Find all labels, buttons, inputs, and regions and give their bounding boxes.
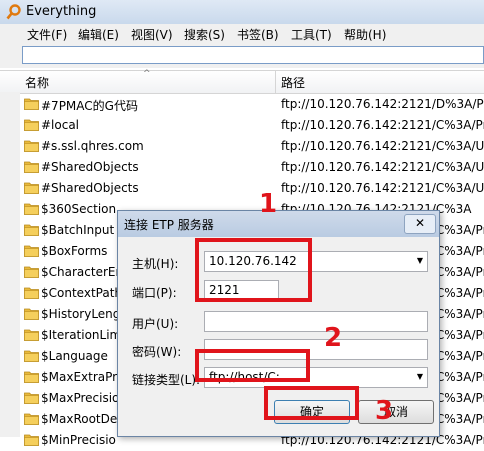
search-bar <box>0 44 484 68</box>
menu-file[interactable]: 文件(F) <box>27 26 67 43</box>
folder-icon <box>24 224 39 236</box>
column-path-header[interactable]: 路径 <box>281 74 305 91</box>
title-bar: Everything <box>0 0 484 24</box>
folder-icon <box>24 203 39 215</box>
menu-bookmarks[interactable]: 书签(B) <box>237 26 279 43</box>
row-name: $ContextPath <box>41 286 123 300</box>
folder-icon <box>24 392 39 404</box>
menu-help[interactable]: 帮助(H) <box>344 26 386 43</box>
search-input[interactable] <box>22 46 484 64</box>
column-header: ^ 名称 路径 <box>0 69 484 94</box>
row-name: $360Section <box>41 202 117 216</box>
row-name: #SharedObjects <box>41 181 139 195</box>
column-separator[interactable] <box>275 71 276 93</box>
table-row[interactable]: #7PMAC的G代码 ftp://10.120.76.142:2121/D%3A/… <box>20 94 484 115</box>
table-row[interactable]: #SharedObjects ftp://10.120.76.142:2121/C… <box>20 178 484 199</box>
row-name: #s.ssl.qhres.com <box>41 139 144 153</box>
close-button[interactable]: ✕ <box>404 214 436 234</box>
row-name: $CharacterEn <box>41 265 124 279</box>
table-row[interactable]: #local ftp://10.120.76.142:2121/C%3A/Pro <box>20 115 484 136</box>
menu-bar: 文件(F) 编辑(E) 视图(V) 搜索(S) 书签(B) 工具(T) 帮助(H… <box>0 24 484 44</box>
folder-icon <box>24 245 39 257</box>
dialog-title-bar: 连接 ETP 服务器 ✕ <box>118 211 439 237</box>
folder-icon <box>24 119 39 131</box>
annotation-box-ok <box>264 386 359 420</box>
row-name: $MaxRootDe <box>41 412 118 426</box>
menu-edit[interactable]: 编辑(E) <box>78 26 119 43</box>
magnifier-app-icon <box>6 4 21 20</box>
cancel-button[interactable]: 取消 <box>358 400 434 424</box>
annotation-number-2: 2 <box>324 323 343 353</box>
sort-ascending-icon: ^ <box>143 69 151 79</box>
folder-icon <box>24 308 39 320</box>
dialog-title: 连接 ETP 服务器 <box>124 218 214 232</box>
user-label: 用户(U): <box>132 317 179 331</box>
row-name: $MinPrecisio <box>41 433 116 447</box>
link-type-label: 链接类型(L): <box>132 373 201 387</box>
annotation-number-1: 1 <box>259 189 278 219</box>
folder-icon <box>24 266 39 278</box>
table-row[interactable]: #SharedObjects ftp://10.120.76.142:2121/C… <box>20 157 484 178</box>
folder-icon <box>24 287 39 299</box>
folder-icon <box>24 350 39 362</box>
folder-icon <box>24 140 39 152</box>
annotation-number-3: 3 <box>375 396 394 426</box>
menu-view[interactable]: 视图(V) <box>131 26 173 43</box>
left-gutter <box>0 92 20 437</box>
user-input[interactable] <box>204 311 428 332</box>
folder-icon <box>24 161 39 173</box>
folder-icon <box>24 434 39 446</box>
row-name: $MaxPrecisio <box>41 391 120 405</box>
row-name: $Language <box>41 349 108 363</box>
window-title: Everything <box>26 4 97 19</box>
dropdown-arrow-icon[interactable]: ▼ <box>417 372 423 381</box>
folder-icon <box>24 413 39 425</box>
row-path: ftp://10.120.76.142:2121/C%3A/Pro <box>281 118 484 132</box>
host-label: 主机(H): <box>132 257 179 271</box>
row-name: $BatchInput <box>41 223 115 237</box>
row-path: ftp://10.120.76.142:2121/C%3A/Use <box>281 160 484 174</box>
row-name: $IterationLim <box>41 328 122 342</box>
folder-icon <box>24 98 39 110</box>
password-label: 密码(W): <box>132 345 182 359</box>
row-name: #SharedObjects <box>41 160 139 174</box>
row-path: ftp://10.120.76.142:2121/D%3A/Pro <box>281 97 484 111</box>
folder-icon <box>24 182 39 194</box>
menu-tools[interactable]: 工具(T) <box>291 26 332 43</box>
row-path: ftp://10.120.76.142:2121/C%3A/Use <box>281 181 484 195</box>
row-name: #7PMAC的G代码 <box>41 99 138 113</box>
folder-icon <box>24 329 39 341</box>
annotation-box-host-port <box>195 238 312 302</box>
row-name: $HistoryLeng <box>41 307 121 321</box>
port-label: 端口(P): <box>132 286 177 300</box>
annotation-box-link-type <box>195 349 310 382</box>
menu-search[interactable]: 搜索(S) <box>184 26 225 43</box>
row-name: #local <box>41 118 80 132</box>
table-row[interactable]: #s.ssl.qhres.com ftp://10.120.76.142:2121… <box>20 136 484 157</box>
row-name: $BoxForms <box>41 244 108 258</box>
row-path: ftp://10.120.76.142:2121/C%3A/Use <box>281 139 484 153</box>
column-name-header[interactable]: 名称 <box>25 74 49 91</box>
dropdown-arrow-icon[interactable]: ▼ <box>417 256 423 265</box>
folder-icon <box>24 371 39 383</box>
row-name: $MaxExtraPre <box>41 370 125 384</box>
